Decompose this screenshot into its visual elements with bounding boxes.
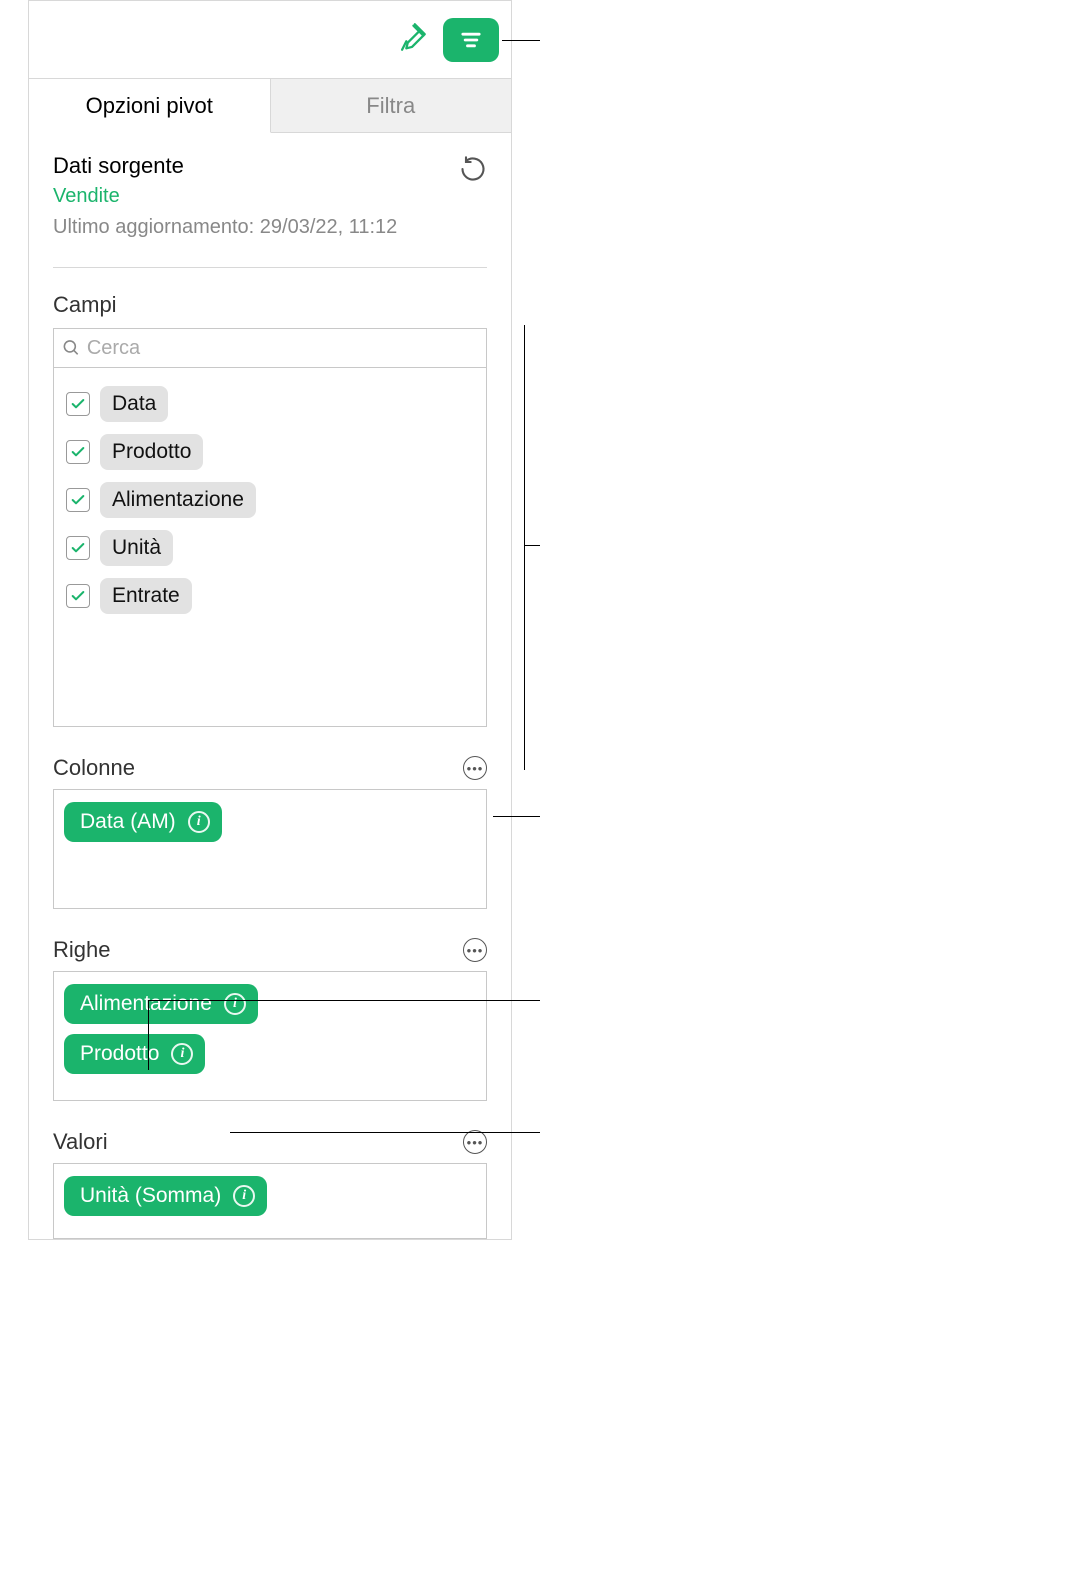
pivot-content: Dati sorgente Vendite Ultimo aggiornamen… (29, 133, 511, 1239)
search-icon (62, 338, 81, 358)
inspector-toolbar (29, 1, 511, 79)
info-icon[interactable]: i (224, 993, 246, 1015)
callout-line (524, 545, 540, 546)
rows-zone: Righe ••• Alimentazione i Prodotto i (53, 937, 487, 1101)
value-field-pill[interactable]: Unità (Somma) i (64, 1176, 267, 1216)
source-data-section: Dati sorgente Vendite Ultimo aggiornamen… (53, 153, 487, 239)
more-icon[interactable]: ••• (463, 756, 487, 780)
pivot-inspector-panel: Opzioni pivot Filtra Dati sorgente Vendi… (28, 0, 512, 1240)
column-field-pill[interactable]: Data (AM) i (64, 802, 222, 842)
callout-line (493, 816, 540, 817)
row-field-pill[interactable]: Prodotto i (64, 1034, 205, 1074)
field-row[interactable]: Unità (64, 524, 476, 572)
pill-label: Data (AM) (80, 810, 176, 834)
field-checkbox[interactable] (66, 584, 90, 608)
field-checkbox[interactable] (66, 536, 90, 560)
pill-label: Unità (Somma) (80, 1184, 221, 1208)
values-box[interactable]: Unità (Somma) i (53, 1163, 487, 1239)
columns-zone: Colonne ••• Data (AM) i (53, 755, 487, 909)
refresh-icon[interactable] (459, 155, 487, 188)
divider (53, 267, 487, 268)
columns-label: Colonne (53, 755, 135, 781)
info-icon[interactable]: i (171, 1043, 193, 1065)
field-row[interactable]: Alimentazione (64, 476, 476, 524)
callout-line (148, 1000, 540, 1001)
info-icon[interactable]: i (233, 1185, 255, 1207)
rows-label: Righe (53, 937, 110, 963)
field-name[interactable]: Entrate (100, 578, 192, 614)
field-checkbox[interactable] (66, 440, 90, 464)
info-icon[interactable]: i (188, 811, 210, 833)
callout-line (502, 40, 540, 41)
fields-list: Data Prodotto Alimentazione Unità Entrat… (53, 367, 487, 727)
row-field-pill[interactable]: Alimentazione i (64, 984, 258, 1024)
field-checkbox[interactable] (66, 392, 90, 416)
values-zone: Valori ••• Unità (Somma) i (53, 1129, 487, 1239)
fields-search-input[interactable] (87, 337, 478, 360)
inspector-tabs: Opzioni pivot Filtra (29, 79, 511, 133)
field-name[interactable]: Prodotto (100, 434, 203, 470)
rows-box[interactable]: Alimentazione i Prodotto i (53, 971, 487, 1101)
more-icon[interactable]: ••• (463, 938, 487, 962)
more-icon[interactable]: ••• (463, 1130, 487, 1154)
format-brush-icon[interactable] (395, 20, 429, 59)
fields-search[interactable] (53, 328, 487, 368)
field-name[interactable]: Data (100, 386, 168, 422)
pill-label: Alimentazione (80, 992, 212, 1016)
callout-line (148, 1000, 149, 1070)
source-data-name[interactable]: Vendite (53, 185, 397, 208)
field-row[interactable]: Data (64, 380, 476, 428)
field-row[interactable]: Entrate (64, 572, 476, 620)
tab-pivot-options[interactable]: Opzioni pivot (29, 79, 271, 133)
columns-box[interactable]: Data (AM) i (53, 789, 487, 909)
tab-filter[interactable]: Filtra (271, 79, 512, 132)
callout-line (524, 325, 525, 770)
values-label: Valori (53, 1129, 108, 1155)
fields-label: Campi (53, 292, 487, 318)
source-data-updated: Ultimo aggiornamento: 29/03/22, 11:12 (53, 216, 397, 239)
field-name[interactable]: Alimentazione (100, 482, 256, 518)
field-row[interactable]: Prodotto (64, 428, 476, 476)
source-data-label: Dati sorgente (53, 153, 397, 179)
field-checkbox[interactable] (66, 488, 90, 512)
field-name[interactable]: Unità (100, 530, 173, 566)
callout-line (230, 1132, 540, 1133)
organize-button[interactable] (443, 18, 499, 62)
